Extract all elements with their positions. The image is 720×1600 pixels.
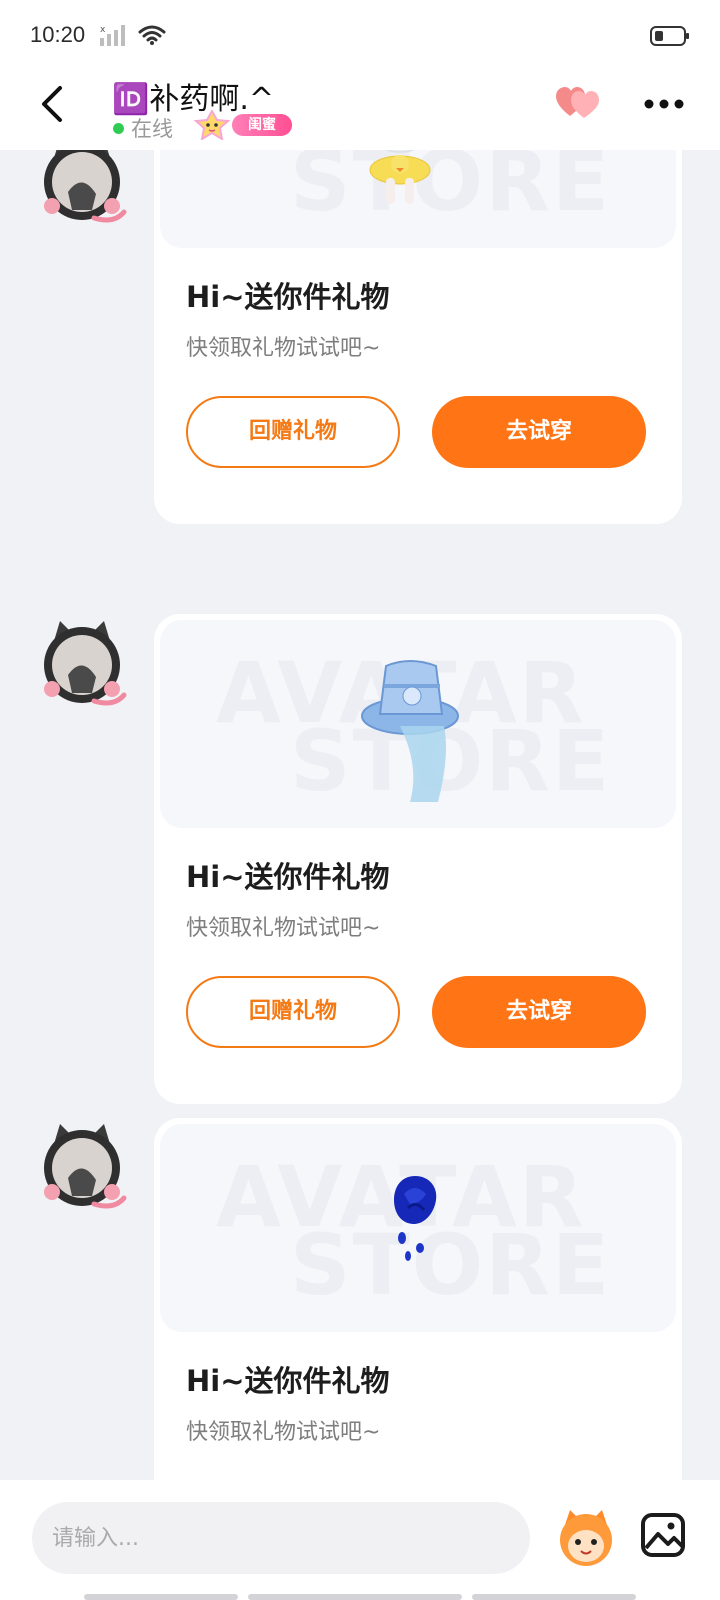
message-input[interactable] [32,1502,530,1574]
gift-item-preview[interactable]: AVATAR STORE [160,620,676,828]
status-bar: 10:20 x [0,0,720,72]
return-gift-button[interactable]: 回赠礼物 [186,396,400,468]
gift-title: Hi~送你件礼物 [186,860,390,894]
watermark-store: STORE [290,1216,612,1314]
image-picker-icon[interactable] [640,1512,686,1558]
status-time: 10:20 [30,22,86,47]
sender-avatar[interactable] [34,150,130,228]
doll-item-icon [369,150,431,204]
try-on-button[interactable]: 去试穿 [432,396,646,468]
nav-indicator [248,1594,462,1600]
chat-messages[interactable]: AVATAR STORE Hi~送你件礼物 快领取礼物试试吧~ 回赠礼物 去试穿 [0,150,720,1480]
signal-icon: x [100,25,125,46]
gift-message-card: AVATAR STORE Hi~送你件礼物 快领取礼物试试吧~ 回赠礼物 去试穿 [154,150,682,524]
gift-item-preview[interactable]: AVATAR STORE [160,150,676,248]
svg-text:x: x [100,25,106,35]
relation-badge[interactable]: 闺蜜 [190,110,294,140]
try-on-button[interactable]: 去试穿 [432,976,646,1048]
more-icon[interactable] [644,98,684,110]
back-arrow-icon[interactable] [38,84,68,124]
blue-rose-item-icon [394,1176,437,1261]
gift-title: Hi~送你件礼物 [186,280,390,314]
wifi-icon [138,25,166,45]
input-bar [0,1480,720,1600]
gift-subtitle: 快领取礼物试试吧~ [186,336,381,361]
gift-subtitle: 快领取礼物试试吧~ [186,1420,381,1445]
gift-title: Hi~送你件礼物 [186,1364,390,1398]
hearts-icon[interactable] [556,86,600,120]
gift-item-preview[interactable]: AVATAR STORE [160,1124,676,1332]
chat-header: 🆔补药啊.^ 在线 闺蜜 [0,72,720,150]
sender-avatar[interactable] [34,615,130,711]
relation-badge-label: 闺蜜 [232,114,292,136]
online-dot [113,123,124,134]
nav-indicator [84,1594,238,1600]
nav-indicator [472,1594,636,1600]
star-face-icon [193,110,231,140]
gift-message-card: AVATAR STORE Hi~送你件礼物 快领取礼物试试吧~ [154,1118,682,1480]
online-status: 在线 [131,117,173,141]
return-gift-button[interactable]: 回赠礼物 [186,976,400,1048]
watermark-store: STORE [290,150,612,230]
gift-subtitle: 快领取礼物试试吧~ [186,916,381,941]
battery-icon [650,26,689,46]
sender-avatar[interactable] [34,1118,130,1214]
mascot-emoji-icon[interactable] [554,1506,618,1570]
gift-message-card: AVATAR STORE Hi~送你件礼物 快领取礼物试试吧~ 回赠礼物 去试穿 [154,614,682,1104]
top-hat-item-icon [361,660,459,802]
